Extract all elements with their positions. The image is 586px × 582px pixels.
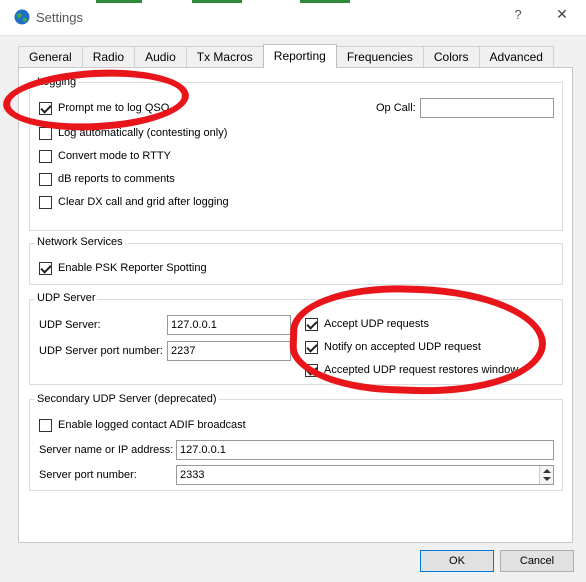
- spin-down-icon[interactable]: [543, 477, 551, 481]
- network-services-title: Network Services: [35, 236, 125, 248]
- clear-dx-call-checkbox[interactable]: Clear DX call and grid after logging: [39, 194, 229, 210]
- udp-port-label: UDP Server port number:: [39, 345, 163, 357]
- checkbox-box[interactable]: [39, 149, 52, 163]
- background-strip: [192, 0, 242, 3]
- checkbox-label: Enable logged contact ADIF broadcast: [58, 419, 246, 431]
- tab-colors[interactable]: Colors: [422, 46, 480, 68]
- checkbox-label: dB reports to comments: [58, 173, 175, 185]
- op-call-input[interactable]: [420, 98, 554, 118]
- checkbox-box[interactable]: [39, 261, 52, 275]
- ok-button[interactable]: OK: [420, 550, 494, 572]
- convert-mode-rtty-checkbox[interactable]: Convert mode to RTTY: [39, 148, 171, 164]
- tab-bar: General Radio Audio Tx Macros Reporting …: [18, 44, 554, 68]
- app-globe-icon: [14, 9, 30, 25]
- tab-advanced[interactable]: Advanced: [478, 46, 554, 68]
- close-button[interactable]: ✕: [548, 6, 576, 28]
- adif-broadcast-checkbox[interactable]: Enable logged contact ADIF broadcast: [39, 417, 246, 433]
- server-name-input[interactable]: 127.0.0.1: [176, 440, 554, 460]
- title-bar: Settings ? ✕: [0, 0, 586, 36]
- checkbox-box[interactable]: [39, 172, 52, 186]
- tab-general[interactable]: General: [18, 46, 83, 68]
- tab-frequencies[interactable]: Frequencies: [335, 46, 424, 68]
- spin-up-icon[interactable]: [543, 469, 551, 473]
- udp-port-value: 2237: [171, 345, 196, 357]
- cancel-button[interactable]: Cancel: [500, 550, 574, 572]
- background-strip: [300, 0, 350, 3]
- checkbox-label: Clear DX call and grid after logging: [58, 196, 229, 208]
- db-reports-comments-checkbox[interactable]: dB reports to comments: [39, 171, 175, 187]
- help-button[interactable]: ?: [506, 7, 530, 27]
- checkbox-label: Convert mode to RTTY: [58, 150, 171, 162]
- tab-tx-macros[interactable]: Tx Macros: [185, 46, 264, 68]
- server-port-spinbox[interactable]: 2333: [176, 465, 554, 485]
- checkbox-box[interactable]: [39, 418, 52, 432]
- tab-radio[interactable]: Radio: [81, 46, 136, 68]
- udp-server-title: UDP Server: [35, 292, 98, 304]
- udp-port-input[interactable]: 2237: [167, 341, 291, 361]
- server-port-label: Server port number:: [39, 469, 137, 481]
- background-strip: [96, 0, 142, 3]
- psk-reporter-checkbox[interactable]: Enable PSK Reporter Spotting: [39, 260, 207, 276]
- checkbox-box[interactable]: [39, 195, 52, 209]
- secondary-udp-title: Secondary UDP Server (deprecated): [35, 393, 219, 405]
- tab-audio[interactable]: Audio: [134, 46, 187, 68]
- udp-server-label: UDP Server:: [39, 319, 101, 331]
- spin-buttons[interactable]: [539, 466, 553, 484]
- op-call-label: Op Call:: [376, 102, 416, 114]
- udp-server-input[interactable]: 127.0.0.1: [167, 315, 291, 335]
- server-name-label: Server name or IP address:: [39, 444, 174, 456]
- server-port-value: 2333: [180, 469, 205, 481]
- tab-reporting[interactable]: Reporting: [262, 44, 337, 68]
- window-title: Settings: [36, 10, 83, 25]
- checkbox-label: Enable PSK Reporter Spotting: [58, 262, 207, 274]
